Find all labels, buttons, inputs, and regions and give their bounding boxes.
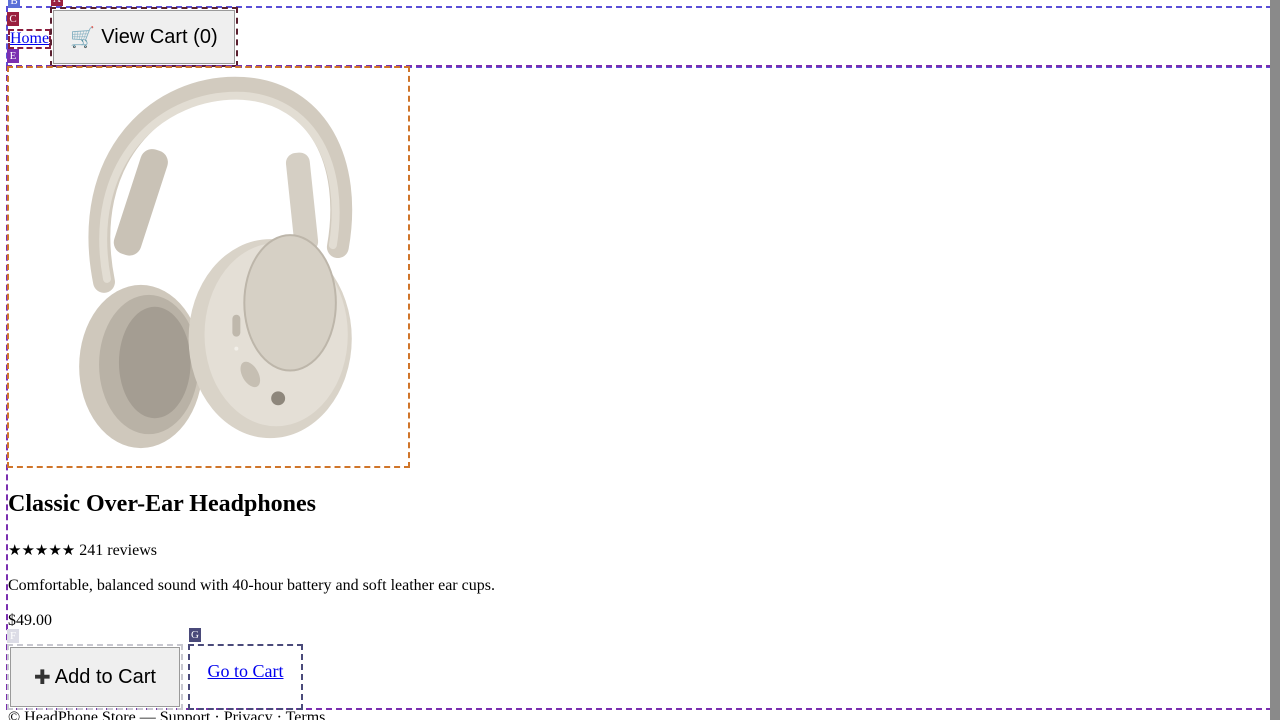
shopping-cart-icon: 🛒 [70, 26, 96, 49]
go-to-cart-link[interactable]: Go to Cart [208, 661, 284, 681]
view-cart-button-face: 🛒 View Cart (0) [53, 10, 235, 64]
star-rating-icons: ★★★★★ [8, 541, 76, 559]
home-link[interactable]: Home [8, 29, 52, 49]
page: B Home C 🛒 View Cart (0) A E Classi [0, 0, 1280, 720]
product-image [79, 76, 353, 449]
plus-icon: ✚ [34, 665, 51, 689]
marker-go-to-cart: G [189, 628, 201, 642]
product-description: Comfortable, balanced sound with 40-hour… [8, 577, 495, 594]
add-to-cart-button[interactable]: ✚ Add to Cart [7, 644, 183, 710]
marker-cart: A [51, 0, 63, 6]
add-to-cart-button-face: ✚ Add to Cart [10, 647, 180, 707]
product-price: $49.00 [8, 612, 52, 629]
product-title: Classic Over-Ear Headphones [8, 491, 317, 517]
vertical-scrollbar[interactable] [1270, 0, 1280, 720]
product-rating: ★★★★★ 241 reviews [8, 540, 157, 561]
marker-header: B [8, 0, 20, 8]
view-cart-label: View Cart (0) [101, 25, 218, 48]
add-to-cart-label: Add to Cart [54, 665, 156, 688]
site-footer: © HeadPhone Store — Support · Privacy · … [8, 709, 326, 720]
review-count: 241 reviews [79, 542, 158, 559]
marker-main: E [7, 49, 19, 63]
go-to-cart-container: Go to Cart [188, 644, 303, 710]
marker-home: C [7, 12, 19, 26]
view-cart-button[interactable]: 🛒 View Cart (0) [50, 7, 238, 67]
marker-add-to-cart: F [7, 629, 19, 643]
